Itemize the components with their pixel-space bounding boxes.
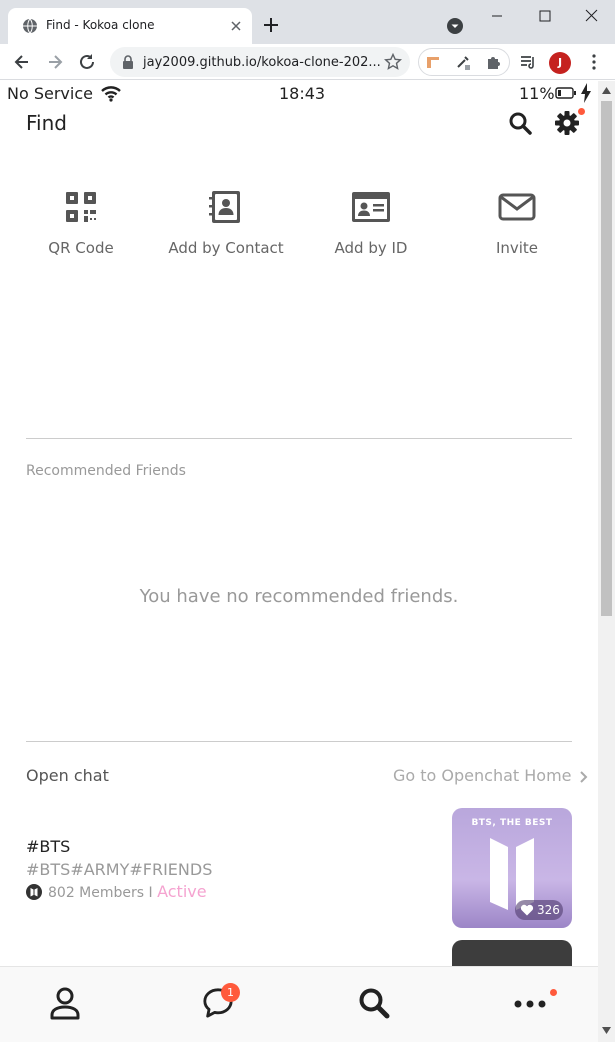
browser-toolbar: jay2009.github.io/kokoa-clone-202... J xyxy=(0,44,615,80)
openchat-home-label: Go to Openchat Home xyxy=(393,766,572,785)
battery-percent: 11% xyxy=(519,84,555,103)
globe-icon xyxy=(23,18,37,34)
more-notification-dot xyxy=(550,989,557,996)
browser-titlebar: Find - Kokoa clone xyxy=(0,0,615,44)
invite-label: Invite xyxy=(495,239,539,257)
add-by-id-button[interactable]: Add by ID xyxy=(301,189,441,269)
window-close-icon[interactable] xyxy=(579,6,603,26)
eyedropper-extension-icon[interactable] xyxy=(455,54,471,70)
status-bar: No Service 18:43 11% xyxy=(0,81,598,105)
add-by-contact-label: Add by Contact xyxy=(168,239,284,257)
add-by-id-label: Add by ID xyxy=(334,239,408,257)
forward-arrow-icon[interactable] xyxy=(45,52,65,72)
close-tab-icon[interactable] xyxy=(228,18,244,34)
reload-icon[interactable] xyxy=(77,52,97,72)
scroll-down-arrow-icon[interactable] xyxy=(602,1027,611,1034)
add-by-contact-button[interactable]: Add by Contact xyxy=(156,189,296,269)
more-dots-icon[interactable] xyxy=(514,986,546,1020)
page-content: No Service 18:43 11% Find QR Code Add by… xyxy=(0,81,598,1042)
section-divider xyxy=(26,438,572,439)
chat-unread-badge: 1 xyxy=(221,983,240,1002)
address-book-icon xyxy=(209,191,240,223)
tab-title: Find - Kokoa clone xyxy=(46,18,155,32)
section-divider xyxy=(26,741,572,742)
bottom-tab-bar: 1 xyxy=(0,966,598,1042)
open-chat-heading: Open chat xyxy=(26,766,109,785)
chevron-right-icon xyxy=(579,770,588,783)
like-count: 326 xyxy=(537,903,560,917)
settings-notification-dot xyxy=(578,108,585,115)
envelope-icon xyxy=(498,193,536,221)
maximize-icon[interactable] xyxy=(533,6,557,26)
heart-icon xyxy=(520,904,534,916)
search-icon[interactable] xyxy=(508,111,532,135)
person-icon[interactable] xyxy=(49,986,81,1020)
empty-recommendations-message: You have no recommended friends. xyxy=(139,586,459,607)
invite-button[interactable]: Invite xyxy=(447,189,587,269)
recommended-friends-heading: Recommended Friends xyxy=(26,463,186,479)
like-count-badge: 326 xyxy=(515,900,563,920)
lock-icon xyxy=(123,55,133,69)
page-title: Find xyxy=(26,111,67,135)
active-status: Active xyxy=(157,882,207,901)
thumbnail-caption: BTS, THE BEST xyxy=(471,818,553,828)
bookmark-star-icon[interactable] xyxy=(384,53,402,71)
qr-code-button[interactable]: QR Code xyxy=(11,189,151,269)
minimize-icon[interactable] xyxy=(485,6,509,26)
tab-search-icon[interactable] xyxy=(446,17,464,35)
openchat-room-name[interactable]: #BTS xyxy=(26,837,70,856)
page-scrollbar[interactable] xyxy=(598,81,615,1042)
wifi-icon xyxy=(101,86,121,102)
qr-code-icon xyxy=(66,192,96,222)
bts-logo-icon xyxy=(26,884,42,900)
openchat-room-meta: 802 Members I Active xyxy=(26,882,207,901)
gear-icon[interactable] xyxy=(554,110,580,136)
search-icon[interactable] xyxy=(358,986,390,1020)
new-tab-icon[interactable] xyxy=(262,16,280,34)
member-count: 802 Members I xyxy=(48,885,153,901)
scroll-up-arrow-icon[interactable] xyxy=(602,87,611,94)
clock-text: 18:43 xyxy=(279,84,326,103)
profile-avatar[interactable]: J xyxy=(549,52,571,74)
charging-bolt-icon xyxy=(581,83,591,103)
openchat-home-link[interactable]: Go to Openchat Home xyxy=(393,766,588,785)
puzzle-extension-icon[interactable] xyxy=(485,54,501,70)
carrier-text: No Service xyxy=(7,84,93,103)
reading-list-icon[interactable] xyxy=(518,52,538,72)
openchat-room-tags: #BTS#ARMY#FRIENDS xyxy=(26,860,213,879)
extensions-group xyxy=(418,48,510,76)
openchat-thumbnail[interactable]: BTS, THE BEST 326 xyxy=(452,808,572,928)
address-bar[interactable]: jay2009.github.io/kokoa-clone-202... xyxy=(110,47,410,77)
browser-tab[interactable]: Find - Kokoa clone xyxy=(8,8,252,44)
battery-icon xyxy=(555,87,576,99)
ruler-extension-icon[interactable] xyxy=(425,54,441,70)
url-text: jay2009.github.io/kokoa-clone-202... xyxy=(143,55,381,70)
kebab-menu-icon[interactable] xyxy=(584,52,604,72)
qr-code-label: QR Code xyxy=(48,239,114,257)
back-arrow-icon[interactable] xyxy=(12,52,32,72)
id-card-icon xyxy=(352,192,390,222)
scrollbar-thumb[interactable] xyxy=(601,101,612,616)
